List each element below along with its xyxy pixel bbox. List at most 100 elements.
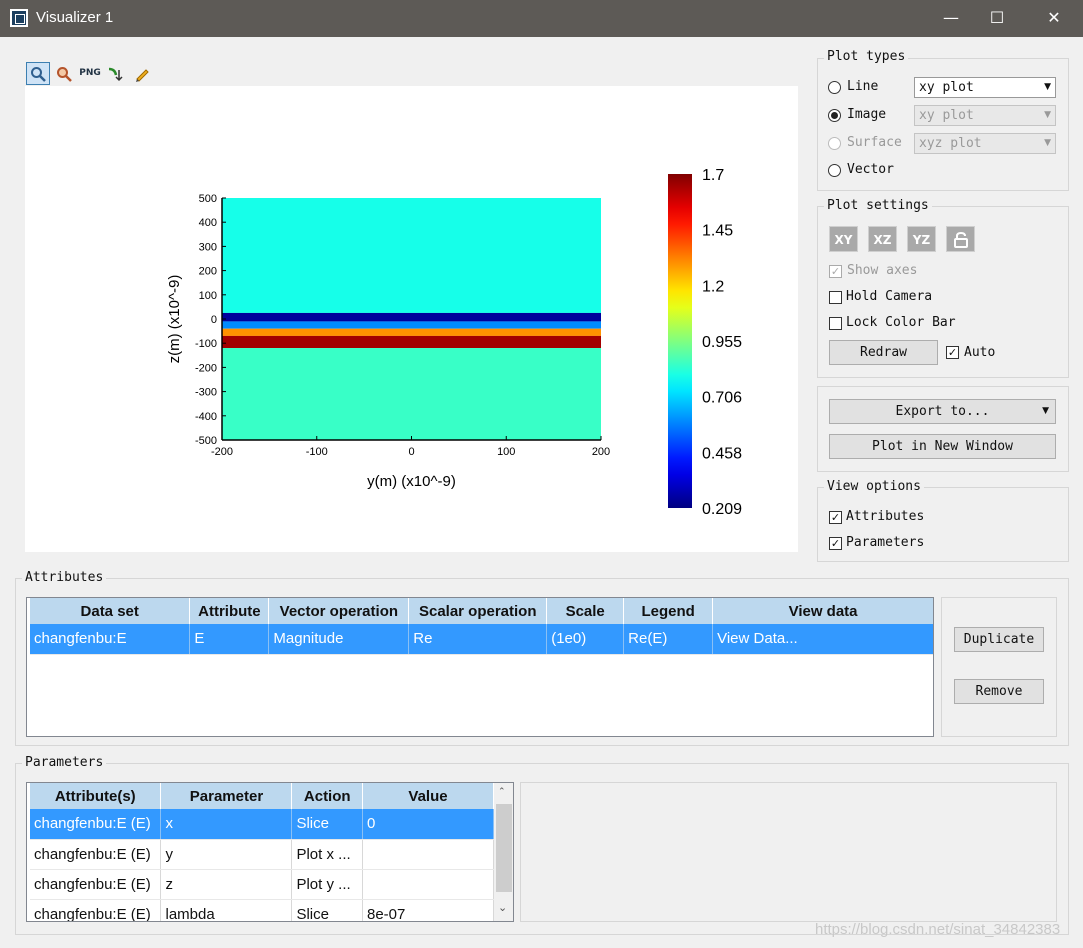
scrollbar-thumb[interactable] <box>496 804 512 892</box>
y-tick-label: -400 <box>195 411 217 423</box>
table-cell[interactable]: lambda <box>160 899 293 921</box>
redraw-button[interactable]: Redraw <box>829 340 938 365</box>
plot-settings-label: Plot settings <box>824 198 932 213</box>
y-tick-label: 400 <box>199 217 217 229</box>
table-cell[interactable]: E <box>189 624 270 655</box>
heatmap-band <box>222 348 601 440</box>
table-cell[interactable]: (1e0) <box>546 624 625 655</box>
parameters-view-checkbox[interactable]: ✓ <box>829 537 842 550</box>
table-cell[interactable] <box>362 839 494 870</box>
remove-button[interactable]: Remove <box>954 679 1044 704</box>
table-cell[interactable]: changfenbu:E (E) <box>30 809 162 840</box>
table-row[interactable]: changfenbu:E (E) y Plot x ... <box>30 839 494 870</box>
table-cell[interactable]: x <box>160 809 293 840</box>
data-cursor-icon[interactable] <box>104 62 128 85</box>
colorbar-label: 1.2 <box>702 278 724 295</box>
heatmap-band <box>222 198 601 313</box>
plot-area: -200 -100 0 100 200 500 400 300 200 100 0 -100 -200-… <box>25 86 798 552</box>
show-axes-label: Show axes <box>847 263 918 278</box>
auto-checkbox[interactable]: ✓ <box>946 346 959 359</box>
column-header[interactable]: Scalar operation <box>408 598 548 624</box>
line-radio[interactable] <box>828 81 841 94</box>
y-tick-label: 500 <box>199 193 217 205</box>
unlock-icon[interactable] <box>946 226 975 252</box>
duplicate-button[interactable]: Duplicate <box>954 627 1044 652</box>
attributes-view-checkbox[interactable]: ✓ <box>829 511 842 524</box>
table-row[interactable]: changfenbu:E (E) z Plot y ... <box>30 869 494 900</box>
table-row[interactable]: changfenbu:E (E) x Slice 0 <box>30 809 494 840</box>
table-cell[interactable]: Magnitude <box>268 624 410 655</box>
column-header[interactable]: Data set <box>30 598 191 624</box>
column-header[interactable]: Attribute(s) <box>30 783 162 809</box>
colorbar-label: 1.45 <box>702 223 733 240</box>
zoom-icon[interactable] <box>26 62 50 85</box>
column-header[interactable]: View data <box>712 598 933 624</box>
view-yz-button[interactable]: YZ <box>907 226 936 252</box>
auto-label: Auto <box>964 345 996 360</box>
parameters-scrollbar[interactable]: ⌃ ⌄ <box>494 783 513 921</box>
title-bar: Visualizer 1 — ☐ ✕ <box>0 0 1083 37</box>
table-cell[interactable]: z <box>160 869 293 900</box>
scroll-up-icon[interactable]: ⌃ <box>498 787 506 797</box>
table-row[interactable]: changfenbu:E E Magnitude Re (1e0) Re(E) View D… <box>30 624 933 655</box>
image-plot-select-value: xy plot <box>919 108 974 123</box>
table-cell[interactable]: Plot x ... <box>291 839 363 870</box>
column-header[interactable]: Vector operation <box>268 598 410 624</box>
column-header[interactable]: Attribute <box>189 598 270 624</box>
chevron-down-icon: ▼ <box>1044 110 1051 120</box>
column-header[interactable]: Parameter <box>160 783 293 809</box>
column-header[interactable]: Value <box>362 783 494 809</box>
column-header[interactable]: Action <box>291 783 363 809</box>
image-radio[interactable] <box>828 109 841 122</box>
table-cell[interactable]: Plot y ... <box>291 869 363 900</box>
attributes-table[interactable]: Data set Attribute Vector operation Scalar … <box>26 597 934 737</box>
column-header[interactable]: Legend <box>623 598 714 624</box>
table-cell[interactable]: changfenbu:E <box>30 624 191 655</box>
table-cell[interactable]: Re <box>408 624 548 655</box>
line-plot-select[interactable]: xy plot ▼ <box>914 77 1056 98</box>
table-cell[interactable]: 8e-07 <box>362 899 494 921</box>
table-cell[interactable]: changfenbu:E (E) <box>30 869 162 900</box>
image-plot-select: xy plot ▼ <box>914 105 1056 126</box>
attributes-view-label: Attributes <box>846 509 925 524</box>
vector-radio[interactable] <box>828 164 841 177</box>
table-cell[interactable]: Slice <box>291 899 363 921</box>
table-cell[interactable]: y <box>160 839 293 870</box>
png-export-icon[interactable]: PNG <box>78 62 102 85</box>
plot-types-label: Plot types <box>824 49 909 64</box>
table-cell[interactable]: 0 <box>362 809 494 840</box>
surface-plot-select: xyz plot ▼ <box>914 133 1056 154</box>
scroll-down-icon[interactable]: ⌄ <box>498 901 507 914</box>
heatmap-chart: -200 -100 0 100 2005004003002001000-100-200-… <box>166 167 742 518</box>
chevron-down-icon: ▼ <box>1044 138 1051 148</box>
hold-camera-checkbox[interactable] <box>829 291 842 304</box>
parameters-table[interactable]: Attribute(s) Parameter Action Value changfe… <box>26 782 514 922</box>
lock-color-bar-checkbox[interactable] <box>829 317 842 330</box>
heatmap-band <box>222 312 601 322</box>
pencil-icon[interactable] <box>130 62 154 85</box>
table-cell[interactable]: changfenbu:E (E) <box>30 899 162 921</box>
attributes-label: Attributes <box>22 570 107 585</box>
view-xz-button[interactable]: XZ <box>868 226 897 252</box>
chevron-down-icon: ▼ <box>1042 406 1049 416</box>
table-cell[interactable]: Slice <box>291 809 363 840</box>
plot-in-new-window-button[interactable]: Plot in New Window <box>829 434 1056 459</box>
table-row[interactable]: changfenbu:E (E) lambda Slice 8e-07 <box>30 899 494 921</box>
x-axis-label: y(m) (x10^-9) <box>367 473 456 490</box>
table-cell[interactable]: changfenbu:E (E) <box>30 839 162 870</box>
column-header[interactable]: Scale <box>546 598 625 624</box>
table-cell[interactable]: Re(E) <box>623 624 714 655</box>
minimize-button[interactable]: — <box>928 0 974 37</box>
view-xy-button[interactable]: XY <box>829 226 858 252</box>
view-options-label: View options <box>824 479 924 494</box>
table-cell[interactable]: View Data... <box>712 624 933 655</box>
export-to-button[interactable]: Export to... ▼ <box>829 399 1056 424</box>
table-cell[interactable] <box>362 869 494 900</box>
surface-plot-select-value: xyz plot <box>919 136 982 151</box>
maximize-button[interactable]: ☐ <box>974 0 1020 37</box>
export-to-label: Export to... <box>895 404 990 419</box>
x-tick-label: 200 <box>592 446 610 458</box>
close-button[interactable]: ✕ <box>1031 0 1077 37</box>
y-axis-label: z(m) (x10^-9) <box>166 275 183 364</box>
zoom-region-icon[interactable] <box>52 62 76 85</box>
